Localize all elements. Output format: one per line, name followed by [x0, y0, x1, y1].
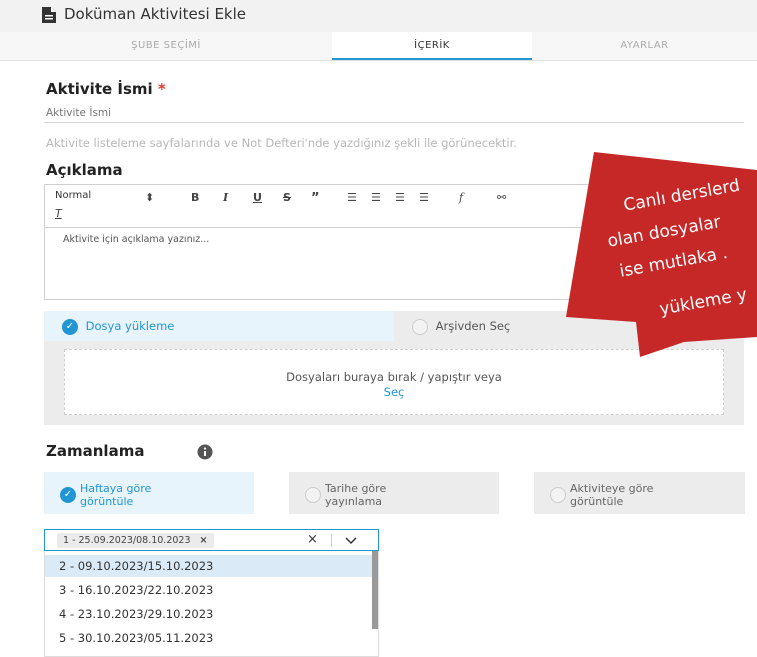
quote-icon[interactable]: ”	[311, 191, 320, 206]
bold-icon[interactable]: B	[191, 191, 199, 204]
input-underline	[44, 122, 744, 123]
callout-text-clip: Canlı derslerd olan dosyalar ise mutlaka…	[566, 152, 757, 357]
info-icon[interactable]	[197, 444, 213, 460]
week-option[interactable]: 2 - 09.10.2023/15.10.2023	[45, 555, 373, 577]
schedule-option-label: Tarihe göre yayınlama	[325, 482, 386, 508]
strike-icon[interactable]: S	[283, 191, 291, 204]
scrollbar[interactable]	[372, 551, 378, 629]
week-option[interactable]: 3 - 16.10.2023/22.10.2023	[45, 579, 373, 601]
tab-branch-selection[interactable]: ŞUBE SEÇİMİ	[0, 32, 332, 60]
description-label: Açıklama	[46, 161, 123, 179]
week-option[interactable]: 4 - 23.10.2023/29.10.2023	[45, 603, 373, 625]
week-dropdown: 2 - 09.10.2023/15.10.2023 3 - 16.10.2023…	[44, 551, 379, 657]
schedule-option-line: Haftaya göre	[80, 482, 152, 495]
radio-icon	[550, 487, 566, 503]
clear-format-icon[interactable]: T	[55, 207, 62, 220]
schedule-option-line: görüntüle	[570, 495, 624, 508]
schedule-option-line: Aktiviteye göre	[570, 482, 654, 495]
ordered-list-icon[interactable]: ☰	[347, 191, 357, 204]
remove-chip-icon[interactable]: ×	[200, 535, 208, 546]
schedule-option-label: Haftaya göre görüntüle	[80, 482, 151, 508]
dropzone-text: Dosyaları buraya bırak / yapıştır veya	[286, 370, 502, 384]
schedule-by-activity[interactable]: Aktiviteye göre görüntüle	[534, 472, 745, 514]
schedule-option-label: Aktiviteye göre görüntüle	[570, 482, 653, 508]
week-option[interactable]: 5 - 30.10.2023/05.11.2023	[45, 627, 373, 649]
week-select[interactable]: 1 - 25.09.2023/08.10.2023 × ×	[44, 529, 379, 551]
tab-content[interactable]: İÇERİK	[332, 32, 532, 60]
check-icon: ✓	[62, 318, 78, 335]
activity-name-hint: Aktivite listeleme sayfalarında ve Not D…	[46, 136, 517, 150]
activity-name-label-text: Aktivite İsmi	[46, 80, 153, 98]
tab-archive-label: Arşivden Seç	[435, 319, 511, 333]
activity-name-label: Aktivite İsmi *	[46, 80, 166, 98]
activity-name-input[interactable]: Aktivite İsmi	[46, 107, 111, 119]
callout-line: yükleme y	[658, 284, 749, 320]
tab-file-upload-label: Dosya yükleme	[85, 319, 175, 333]
schedule-option-line: Tarihe göre	[325, 482, 387, 495]
schedule-by-date[interactable]: Tarihe göre yayınlama	[289, 472, 499, 514]
selected-week-text: 1 - 25.09.2023/08.10.2023	[63, 535, 191, 546]
indent-increase-icon[interactable]: ☰	[419, 191, 429, 204]
select-divider	[331, 534, 332, 547]
schedule-option-line: görüntüle	[80, 495, 134, 508]
description-textarea[interactable]: Aktivite için açıklama yazınız...	[63, 234, 209, 245]
scheduling-label: Zamanlama	[46, 442, 145, 460]
tab-settings[interactable]: AYARLAR	[532, 32, 757, 60]
underline-icon[interactable]: U	[253, 191, 262, 204]
document-icon	[42, 7, 56, 23]
select-file-link[interactable]: Seç	[65, 385, 723, 399]
modal-title: Doküman Aktivitesi Ekle	[64, 5, 246, 23]
format-select[interactable]: Normal	[55, 190, 91, 201]
clear-icon[interactable]: ×	[307, 532, 318, 547]
formula-icon[interactable]: f	[459, 191, 463, 204]
tab-bar: ŞUBE SEÇİMİ İÇERİK AYARLAR	[0, 32, 757, 61]
tab-file-upload[interactable]: ✓ Dosya yükleme	[44, 311, 394, 341]
radio-icon	[305, 487, 321, 503]
required-mark: *	[157, 80, 166, 98]
indent-decrease-icon[interactable]: ☰	[395, 191, 405, 204]
radio-icon	[412, 318, 428, 335]
link-icon[interactable]: ⚯	[497, 191, 506, 204]
schedule-by-week[interactable]: ✓ Haftaya göre görüntüle	[44, 472, 254, 514]
modal-header: Doküman Aktivitesi Ekle	[0, 0, 757, 33]
schedule-option-line: yayınlama	[325, 495, 383, 508]
selected-week-chip: 1 - 25.09.2023/08.10.2023 ×	[57, 533, 214, 548]
check-icon: ✓	[60, 487, 76, 503]
callout-text: yükleme y	[658, 270, 757, 320]
bullet-list-icon[interactable]: ☰	[371, 191, 381, 204]
italic-icon[interactable]: I	[223, 191, 228, 204]
chevron-down-icon[interactable]	[345, 537, 357, 545]
format-select-arrows-icon[interactable]: ⬍	[145, 191, 154, 204]
dropzone[interactable]: Dosyaları buraya bırak / yapıştır veya S…	[64, 349, 724, 415]
